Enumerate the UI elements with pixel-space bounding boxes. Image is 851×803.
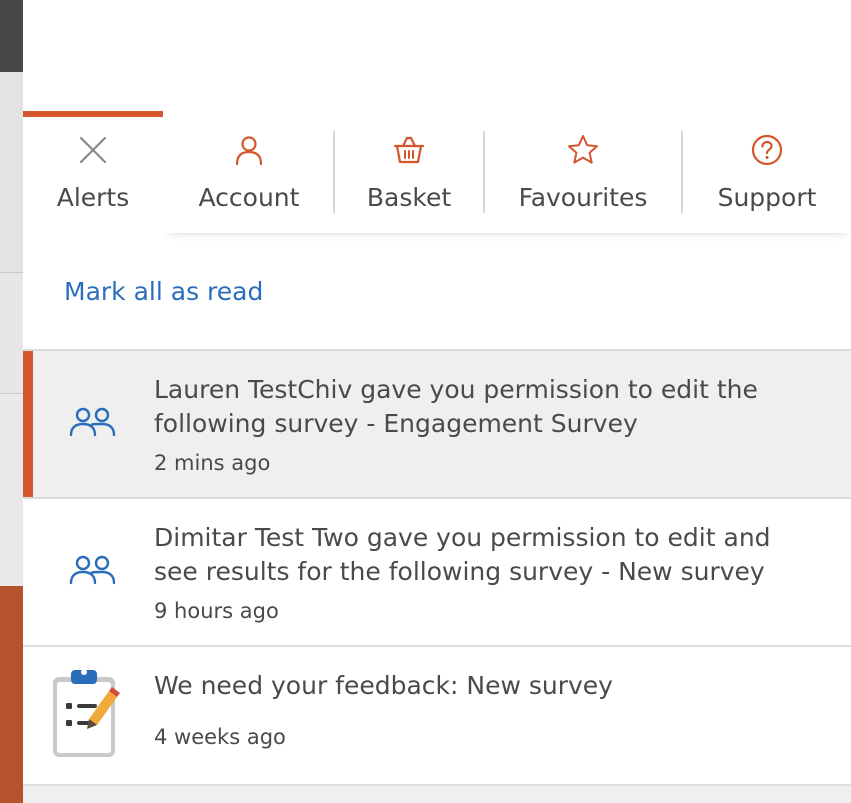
notification-item-partial <box>23 786 851 803</box>
notification-item[interactable]: Dimitar Test Two gave you permission to … <box>23 497 851 646</box>
tab-favourites-label: Favourites <box>518 183 648 212</box>
notification-item[interactable]: Lauren TestChiv gave you permission to e… <box>23 349 851 498</box>
notification-message: Dimitar Test Two gave you permission to … <box>154 523 771 586</box>
tab-bar: Alerts Account Basket Favourites Support <box>23 111 851 233</box>
basket-icon <box>393 136 425 164</box>
alerts-panel: Alerts Account Basket Favourites Support… <box>23 0 851 803</box>
notification-timestamp: 2 mins ago <box>154 451 271 475</box>
notification-item[interactable]: We need your feedback: New survey 4 week… <box>23 645 851 786</box>
tab-basket[interactable]: Basket <box>335 111 483 233</box>
tab-alerts[interactable]: Alerts <box>23 111 163 233</box>
tab-support[interactable]: Support <box>683 111 851 233</box>
tab-account[interactable]: Account <box>173 111 325 233</box>
notification-timestamp: 4 weeks ago <box>154 725 286 749</box>
tab-account-label: Account <box>198 183 300 212</box>
notification-message: We need your feedback: New survey <box>154 671 613 700</box>
user-icon <box>235 136 263 166</box>
tab-support-label: Support <box>717 183 817 212</box>
tab-alerts-label: Alerts <box>56 183 130 212</box>
background-page <box>0 0 23 803</box>
clipboard-icon <box>53 669 120 757</box>
notification-message: Lauren TestChiv gave you permission to e… <box>154 375 758 438</box>
tab-basket-label: Basket <box>366 183 452 212</box>
users-icon <box>69 407 116 437</box>
tab-favourites[interactable]: Favourites <box>485 111 681 233</box>
help-icon <box>751 134 783 166</box>
star-icon <box>568 135 598 164</box>
mark-all-as-read-link[interactable]: Mark all as read <box>64 277 263 306</box>
users-icon <box>69 555 116 585</box>
close-icon[interactable] <box>76 133 110 167</box>
notification-timestamp: 9 hours ago <box>154 599 279 623</box>
